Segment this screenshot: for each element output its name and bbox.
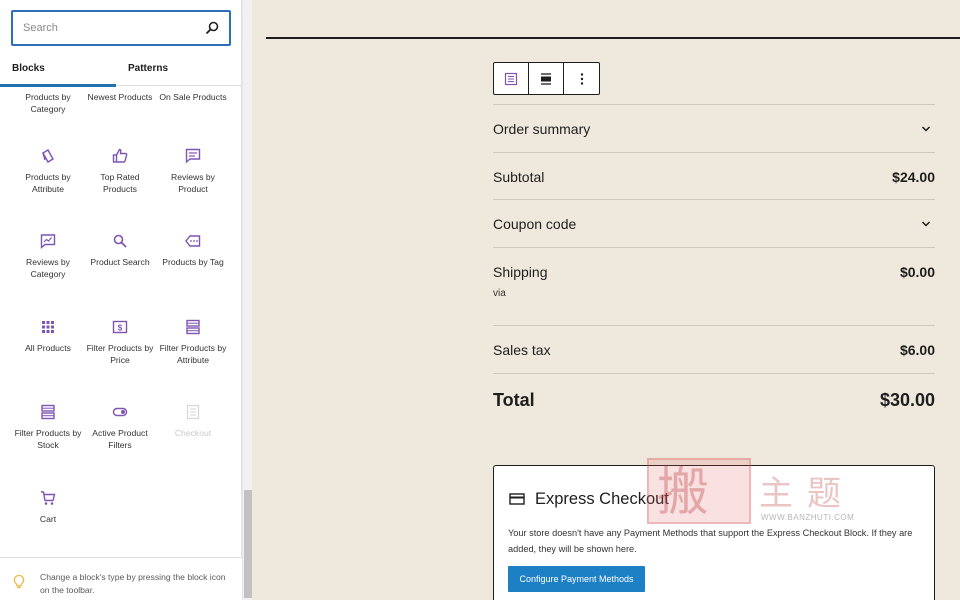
block-label: On Sale Products: [159, 92, 227, 102]
block-label: Reviews by Category: [26, 257, 70, 279]
subtotal-label: Subtotal: [493, 169, 545, 185]
tab-patterns[interactable]: Patterns: [116, 58, 242, 86]
shipping-value: $0.00: [899, 264, 935, 280]
tip-text: Change a block's type by pressing the bl…: [40, 572, 226, 595]
block-reviews-by-product[interactable]: Reviews by Product: [157, 148, 229, 195]
block-filter-products-by-attribute[interactable]: Filter Products by Attribute: [157, 319, 229, 366]
tip-panel: Change a block's type by pressing the bl…: [0, 557, 242, 600]
scrollbar-thumb[interactable]: [244, 490, 252, 598]
block-label: Product Search: [90, 257, 150, 267]
block-filter-products-by-price[interactable]: $ Filter Products by Price: [84, 319, 156, 366]
block-product-search[interactable]: Product Search: [84, 233, 156, 269]
tax-value: $6.00: [899, 342, 935, 358]
order-summary-block: Order summary Subtotal $24.00 Coupon cod…: [493, 104, 935, 429]
search-input[interactable]: [13, 12, 193, 44]
block-products-by-category[interactable]: Products by Category: [12, 92, 84, 115]
block-label: Products by Attribute: [25, 172, 71, 194]
shipping-label: Shipping: [493, 264, 548, 280]
block-toolbar: [493, 62, 600, 95]
search-icon[interactable]: [204, 20, 220, 36]
block-top-rated-products[interactable]: Top Rated Products: [84, 148, 156, 195]
subtotal-row: Subtotal $24.00: [493, 152, 935, 199]
block-reviews-by-category[interactable]: Reviews by Category: [12, 233, 84, 280]
block-cart[interactable]: Cart: [12, 490, 84, 526]
align-wide-icon: [541, 72, 551, 85]
cart-icon: [41, 491, 56, 505]
coupon-toggle[interactable]: Coupon code: [493, 199, 935, 247]
checkout-icon: [186, 404, 200, 420]
block-on-sale-products[interactable]: On Sale Products: [157, 92, 229, 104]
block-filter-products-by-stock[interactable]: Filter Products by Stock: [12, 404, 84, 451]
express-checkout-description: Your store doesn't have any Payment Meth…: [508, 528, 913, 554]
tag-icon: [42, 149, 54, 163]
attribute-filter-icon: [186, 319, 200, 335]
block-label: Filter Products by Stock: [14, 428, 82, 450]
block-label: Active Product Filters: [92, 428, 148, 450]
total-row: Total $30.00: [493, 373, 935, 429]
block-label: Filter Products by Attribute: [159, 343, 227, 365]
block-newest-products[interactable]: Newest Products: [84, 92, 156, 104]
total-value: $30.00: [879, 390, 935, 410]
more-options-button[interactable]: [564, 63, 599, 94]
svg-text:$: $: [118, 324, 123, 333]
block-label: Filter Products by Price: [86, 343, 154, 365]
search-box: [11, 10, 231, 46]
express-checkout-title: Express Checkout: [535, 490, 669, 508]
subtotal-value: $24.00: [892, 169, 935, 185]
configure-payment-methods-button[interactable]: Configure Payment Methods: [508, 566, 645, 592]
price-icon: $: [112, 320, 128, 334]
block-products-by-attribute[interactable]: Products by Attribute: [12, 148, 84, 195]
block-label: Checkout: [174, 428, 212, 438]
toggle-icon: [112, 407, 128, 417]
tax-label: Sales tax: [493, 342, 551, 358]
block-label: Products by Category: [25, 92, 71, 114]
coupon-label: Coupon code: [493, 216, 577, 232]
order-summary-block-icon: [504, 72, 518, 85]
search-icon: [113, 234, 127, 248]
tab-blocks[interactable]: Blocks: [0, 58, 116, 87]
align-button[interactable]: [529, 63, 564, 94]
order-summary-heading: Order summary: [493, 121, 591, 137]
block-label: Newest Products: [87, 92, 153, 102]
block-grid: Products by Category Newest Products On …: [0, 86, 242, 556]
block-label: All Products: [25, 343, 71, 353]
inserter-tabs: Blocks Patterns: [0, 58, 242, 87]
block-type-button[interactable]: [494, 63, 529, 94]
review-folder-icon: [40, 234, 56, 249]
sales-tax-row: Sales tax $6.00: [493, 325, 935, 373]
divider: [266, 37, 960, 39]
block-checkout: Checkout: [157, 404, 229, 440]
express-checkout-block: Express Checkout Your store doesn't have…: [493, 465, 935, 600]
block-label: Top Rated Products: [100, 172, 140, 194]
block-all-products[interactable]: All Products: [12, 319, 84, 355]
block-active-product-filters[interactable]: Active Product Filters: [84, 404, 156, 451]
more-vertical-icon: [580, 72, 583, 85]
shipping-via: via: [493, 288, 506, 299]
tag-outline-icon: [185, 235, 201, 247]
order-summary-toggle[interactable]: Order summary: [493, 104, 935, 152]
block-label: Products by Tag: [162, 257, 224, 267]
chevron-down-icon: [921, 221, 931, 227]
sidebar-scrollbar[interactable]: [242, 0, 252, 600]
total-label: Total: [493, 390, 535, 410]
grid-icon: [42, 321, 54, 333]
block-products-by-tag[interactable]: Products by Tag: [157, 233, 229, 269]
chevron-down-icon: [921, 126, 931, 132]
lightbulb-icon: [13, 574, 25, 589]
block-inserter-panel: Blocks Patterns Products by Category New…: [0, 0, 242, 600]
credit-card-icon: [509, 493, 525, 505]
comment-icon: [185, 148, 201, 164]
stock-filter-icon: [41, 404, 55, 420]
block-label: Reviews by Product: [171, 172, 215, 194]
shipping-row: Shipping $0.00 via: [493, 247, 935, 325]
block-label: Cart: [39, 514, 57, 524]
thumbs-up-icon: [112, 148, 128, 163]
